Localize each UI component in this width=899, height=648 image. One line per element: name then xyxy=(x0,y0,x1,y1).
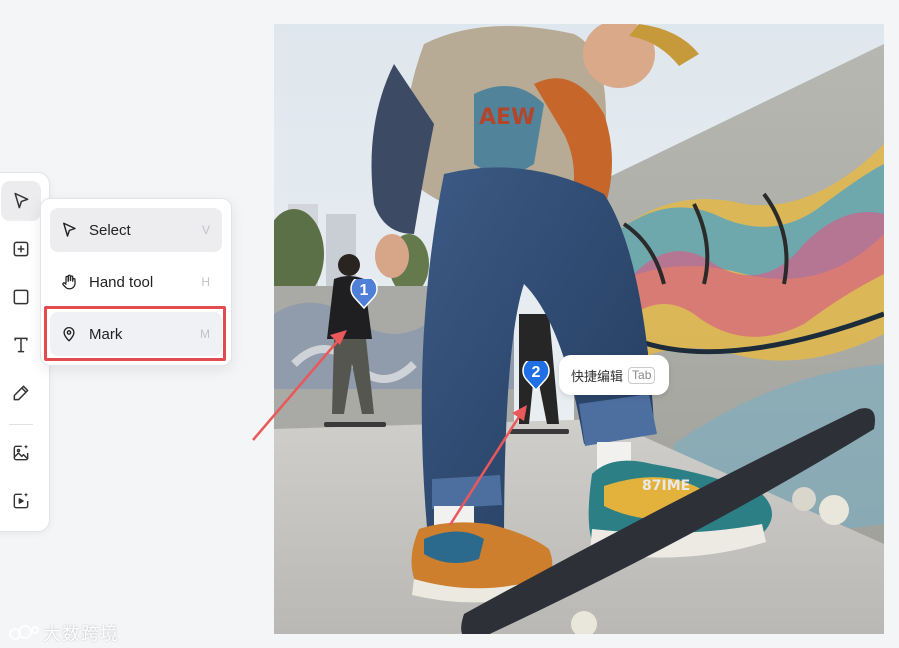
skatepark-photo: AEW 87IME xyxy=(274,24,884,634)
cursor-arrow-icon xyxy=(14,192,29,209)
watermark: 大数跨境 xyxy=(8,620,119,646)
shortcut-key: H xyxy=(201,275,210,289)
menu-item-select[interactable]: Select V xyxy=(50,208,222,252)
marker-pin-2[interactable]: 2 xyxy=(522,356,550,392)
quick-edit-label: 快捷编辑 xyxy=(571,368,624,384)
cursor-arrow-icon xyxy=(59,220,79,240)
pencil-icon xyxy=(13,385,29,401)
image-sparkle-icon xyxy=(13,444,29,461)
marker-number: 2 xyxy=(531,364,541,381)
ai-video-tool-button[interactable] xyxy=(1,481,41,521)
menu-item-label: Select xyxy=(89,221,131,239)
watermark-text: 大数跨境 xyxy=(43,624,119,644)
quick-edit-tooltip[interactable]: 快捷编辑 Tab xyxy=(559,355,669,395)
marker-number: 1 xyxy=(359,282,369,299)
square-icon xyxy=(13,289,29,305)
video-sparkle-icon xyxy=(13,492,29,509)
shortcut-key: V xyxy=(201,223,210,237)
canvas-image[interactable]: AEW 87IME xyxy=(274,24,884,634)
svg-text:87IME: 87IME xyxy=(642,478,690,494)
ai-image-tool-button[interactable] xyxy=(1,433,41,473)
rectangle-tool-button[interactable] xyxy=(1,277,41,317)
toolbar-divider xyxy=(9,424,33,425)
select-tool-button[interactable] xyxy=(1,181,41,221)
svg-text:AEW: AEW xyxy=(479,105,535,130)
watermark-logo-icon xyxy=(9,625,39,640)
pen-tool-button[interactable] xyxy=(1,373,41,413)
hand-icon xyxy=(59,272,79,292)
text-tool-button[interactable] xyxy=(1,325,41,365)
text-t-icon xyxy=(14,337,28,353)
add-frame-tool-button[interactable] xyxy=(1,229,41,269)
marker-pin-1[interactable]: 1 xyxy=(350,274,378,310)
mark-highlight-box xyxy=(44,306,226,361)
menu-item-label: Hand tool xyxy=(89,273,154,291)
menu-item-hand-tool[interactable]: Hand tool H xyxy=(50,260,222,304)
tab-key-badge: Tab xyxy=(628,366,656,384)
plus-square-icon xyxy=(13,241,29,257)
